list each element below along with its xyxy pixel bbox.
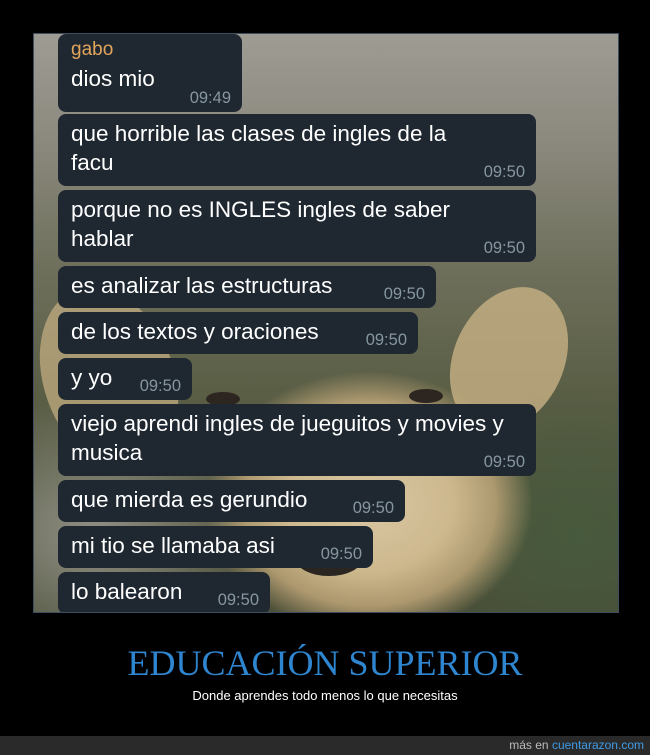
site-link[interactable]: cuentarazon.com [552, 738, 644, 752]
chat-screenshot-frame: gabo dios mio 09:49 que horrible las cla… [33, 33, 619, 613]
chat-message-bubble[interactable]: y yo 09:50 [58, 358, 192, 400]
message-timestamp: 09:50 [352, 499, 394, 517]
caption-subtitle: Donde aprendes todo menos lo que necesit… [192, 688, 458, 703]
message-text: porque no es INGLES ingles de saber habl… [71, 197, 450, 251]
message-timestamp: 09:50 [139, 377, 181, 395]
message-text: mi tio se llamaba asi [71, 533, 275, 558]
message-text: que mierda es gerundio [71, 487, 308, 512]
message-text: es analizar las estructuras [71, 273, 333, 298]
chat-message-bubble[interactable]: que mierda es gerundio 09:50 [58, 480, 405, 522]
message-timestamp: 09:50 [217, 591, 259, 609]
message-text: lo balearon [71, 579, 183, 604]
message-timestamp: 09:50 [483, 453, 525, 471]
message-timestamp: 09:50 [320, 545, 362, 563]
footer-bar: más en cuentarazon.com [0, 736, 650, 755]
message-timestamp: 09:50 [483, 239, 525, 257]
chat-message-bubble[interactable]: que horrible las clases de ingles de la … [58, 114, 536, 186]
message-text: viejo aprendi ingles de jueguitos y movi… [71, 411, 504, 465]
message-text: dios mio [71, 66, 155, 91]
chat-message-bubble[interactable]: viejo aprendi ingles de jueguitos y movi… [58, 404, 536, 476]
message-timestamp: 09:50 [483, 163, 525, 181]
message-text: de los textos y oraciones [71, 319, 319, 344]
sender-name: gabo [71, 39, 114, 60]
chat-message-bubble[interactable]: mi tio se llamaba asi 09:50 [58, 526, 373, 568]
chat-message-bubble[interactable]: es analizar las estructuras 09:50 [58, 266, 436, 308]
chat-message-bubble[interactable]: porque no es INGLES ingles de saber habl… [58, 190, 536, 262]
chat-message-bubble[interactable]: lo balearon 09:50 [58, 572, 270, 612]
footer-prefix: más en [509, 738, 549, 752]
message-timestamp: 09:49 [189, 89, 231, 107]
puppy-eye-right [409, 389, 443, 403]
message-timestamp: 09:50 [383, 285, 425, 303]
chat-message-bubble[interactable]: gabo dios mio 09:49 [58, 34, 242, 112]
caption-title: EDUCACIÓN SUPERIOR [127, 643, 523, 683]
message-timestamp: 09:50 [365, 331, 407, 349]
message-text: que horrible las clases de ingles de la … [71, 121, 447, 175]
message-text: y yo [71, 365, 113, 390]
chat-message-bubble[interactable]: de los textos y oraciones 09:50 [58, 312, 418, 354]
